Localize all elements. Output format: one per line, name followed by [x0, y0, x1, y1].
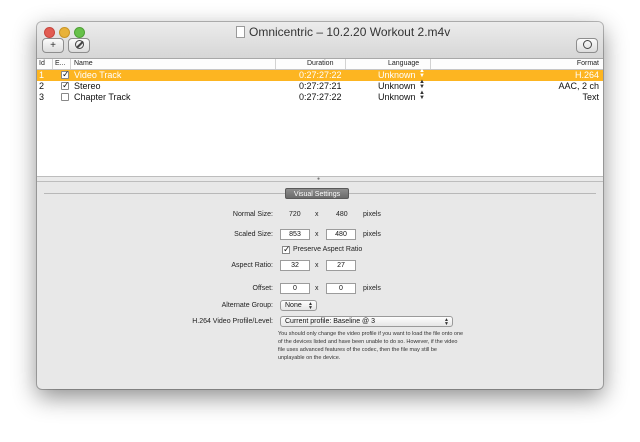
normal-size-label: Normal Size: [232, 211, 273, 218]
track-language[interactable]: Unknown [378, 70, 416, 81]
profile-label: H.264 Video Profile/Level: [192, 318, 273, 325]
track-id: 2 [39, 81, 45, 91]
table-row[interactable]: 3 Chapter Track 0:27:27:22 Unknown ▲ ▼ Te… [37, 90, 603, 103]
header-duration[interactable]: Duration [307, 60, 333, 67]
alternate-group-value: None [285, 302, 302, 309]
app-window: Omnicentric – 10.2.20 Workout 2.m4v + Id… [37, 22, 603, 389]
settings-pane: Visual Settings Normal Size: 720 x 480 p… [37, 182, 603, 389]
tracks-table: Id E... Name Duration Language Format 1 … [37, 59, 603, 176]
normal-height-value: 480 [336, 211, 348, 218]
profile-value: Current profile: Baseline @ 3 [285, 318, 375, 325]
aspect-h-field[interactable]: 27 [326, 260, 356, 271]
scaled-size-label: Scaled Size: [234, 231, 273, 238]
track-name: Video Track [74, 70, 122, 80]
table-row[interactable]: 1 Video Track 0:27:27:22 Unknown ▲▼ H.26… [37, 68, 603, 81]
alternate-group-label: Alternate Group: [221, 302, 273, 309]
document-icon [236, 26, 245, 38]
updown-arrows-icon: ▲ ▼ [308, 301, 313, 311]
scaled-size-unit: pixels [363, 231, 381, 238]
times-sign: x [315, 285, 319, 292]
track-enabled-checkbox[interactable] [61, 69, 70, 80]
header-name[interactable]: Name [74, 60, 93, 67]
track-format: Text [582, 92, 599, 102]
zoom-window-button[interactable] [74, 27, 85, 38]
header-language[interactable]: Language [388, 60, 419, 67]
track-name: Chapter Track [74, 92, 131, 102]
normal-width-value: 720 [289, 211, 301, 218]
scaled-height-field[interactable]: 480 [326, 229, 356, 240]
minimize-window-button[interactable] [59, 27, 70, 38]
track-duration: 0:27:27:22 [299, 92, 342, 102]
tab-visual-settings[interactable]: Visual Settings [285, 188, 349, 199]
header-id[interactable]: Id [39, 60, 45, 67]
track-language[interactable]: Unknown [378, 81, 416, 92]
offset-y-field[interactable]: 0 [326, 283, 356, 294]
offset-label: Offset: [252, 285, 274, 292]
preserve-aspect-checkbox[interactable] [282, 244, 291, 255]
track-name: Stereo [74, 81, 101, 91]
alternate-group-select[interactable]: None ▲ ▼ [280, 300, 317, 311]
times-sign: x [315, 231, 319, 238]
table-header: Id E... Name Duration Language Format [37, 59, 603, 70]
table-row[interactable]: 2 Stereo 0:27:27:21 Unknown ▲▼ AAC, 2 ch [37, 79, 603, 92]
track-duration: 0:27:27:22 [299, 70, 342, 80]
times-sign: x [315, 211, 319, 218]
no-entry-icon [74, 40, 84, 49]
track-duration: 0:27:27:21 [299, 81, 342, 91]
title-bar: Omnicentric – 10.2.20 Workout 2.m4v + [37, 22, 603, 59]
updown-arrows-icon: ▲ ▼ [419, 90, 425, 101]
aspect-ratio-label: Aspect Ratio: [231, 262, 273, 269]
track-enabled-checkbox[interactable] [61, 93, 69, 101]
add-track-button[interactable]: + [42, 38, 64, 53]
settings-button[interactable] [576, 38, 598, 53]
header-format[interactable]: Format [577, 60, 599, 67]
offset-unit: pixels [363, 285, 381, 292]
track-id: 1 [39, 70, 45, 80]
track-format: H.264 [574, 70, 599, 80]
track-format: AAC, 2 ch [558, 81, 599, 91]
remove-track-button[interactable] [68, 38, 90, 53]
updown-arrows-icon: ▲ ▼ [444, 317, 449, 327]
track-id: 3 [39, 92, 45, 102]
scaled-width-field[interactable]: 853 [280, 229, 310, 240]
window-title: Omnicentric – 10.2.20 Workout 2.m4v [249, 25, 451, 39]
preserve-aspect-label: Preserve Aspect Ratio [293, 246, 363, 253]
add-icon: + [50, 40, 56, 51]
offset-x-field[interactable]: 0 [280, 283, 310, 294]
profile-select[interactable]: Current profile: Baseline @ 3 ▲ ▼ [280, 316, 453, 327]
times-sign: x [315, 262, 319, 269]
track-language[interactable]: Unknown [378, 92, 416, 103]
updown-arrows-icon: ▲ ▼ [419, 79, 425, 90]
track-enabled-checkbox[interactable] [61, 80, 70, 91]
aspect-w-field[interactable]: 32 [280, 260, 310, 271]
normal-size-unit: pixels [363, 211, 381, 218]
close-window-button[interactable] [44, 27, 55, 38]
profile-note: You should only change the video profile… [278, 331, 464, 361]
header-enabled[interactable]: E... [55, 60, 66, 67]
updown-arrows-icon: ▲ ▼ [419, 68, 425, 79]
target-icon [582, 40, 592, 49]
